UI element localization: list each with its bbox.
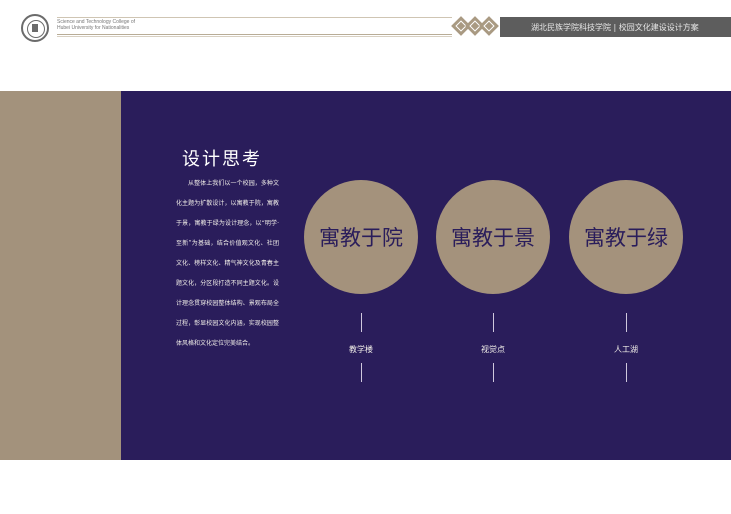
concept-circle-scenery: 寓教于景: [436, 180, 550, 294]
connector-line-bottom: [493, 363, 494, 382]
concept-circle-label: 寓教于院: [319, 226, 403, 250]
section-title: 设计思考: [182, 149, 262, 170]
connector-line-top: [626, 313, 627, 332]
header-rule-secondary: [57, 36, 452, 37]
section-paragraph: 从整体上我们以一个校园，多种文化主题为扩散设计，以寓教于院，寓教于景，寓教于绿为…: [176, 180, 279, 347]
connector-line-bottom: [361, 363, 362, 382]
concept-circle-courtyard: 寓教于院: [304, 180, 418, 294]
concept-circle-green: 寓教于绿: [569, 180, 683, 294]
header-top-rule: [57, 17, 452, 18]
page-header: Science and Technology College of Hubei …: [0, 0, 731, 50]
connector-line-top: [493, 313, 494, 332]
concept-circle-label: 寓教于绿: [584, 226, 668, 250]
concept-caption: 教学楼: [349, 345, 373, 354]
concept-caption: 人工湖: [614, 345, 638, 354]
concept-caption: 视觉点: [481, 345, 505, 354]
diamond-icon: [479, 16, 499, 36]
school-logo-icon: [21, 14, 49, 42]
school-name-en-line2: Hubei University for Nationalities: [57, 25, 130, 31]
concept-circle-label: 寓教于景: [451, 226, 535, 250]
connector-line-bottom: [626, 363, 627, 382]
connector-line-top: [361, 313, 362, 332]
school-name-en: Science and Technology College of Hubei …: [57, 19, 177, 31]
diamond-ornament: [450, 16, 500, 37]
header-rule: [57, 34, 452, 35]
left-accent-panel: [0, 91, 121, 460]
header-title-text: 湖北民族学院科技学院 | 校园文化建设设计方案: [531, 23, 699, 32]
